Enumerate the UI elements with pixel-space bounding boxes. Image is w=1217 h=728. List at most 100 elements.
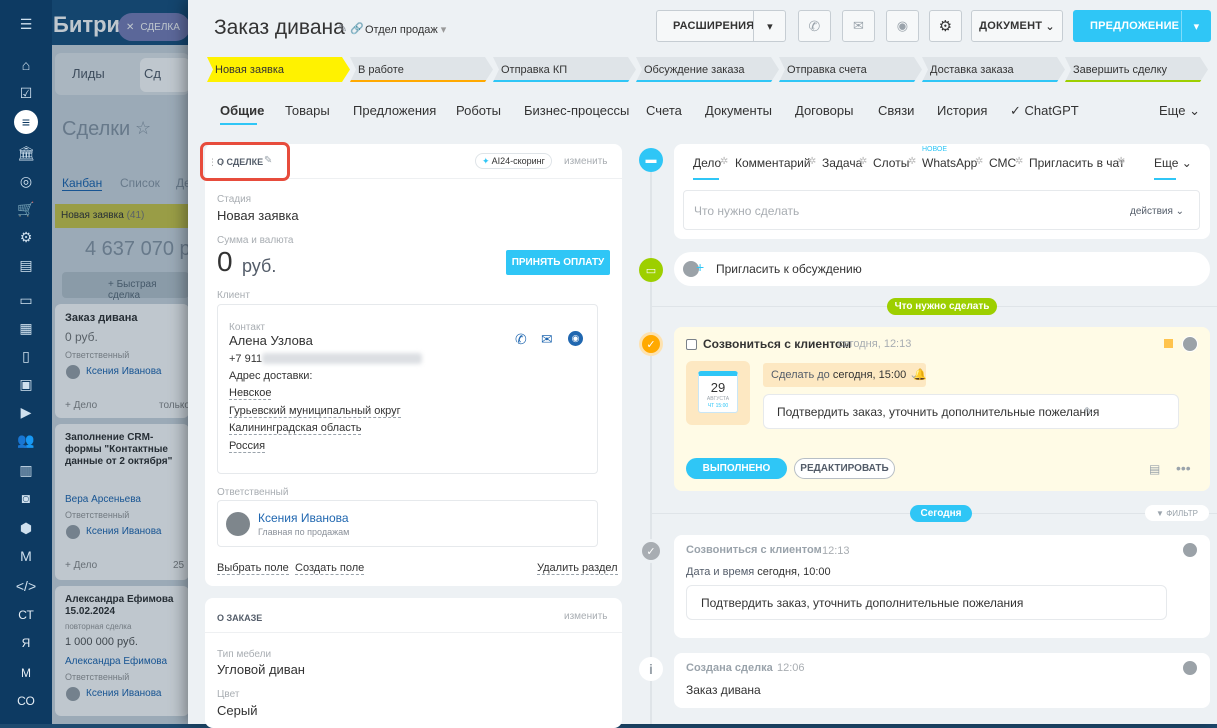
document-button[interactable]: ДОКУМЕНТ ⌄: [971, 10, 1063, 42]
tab-bizproc[interactable]: Бизнес-процессы: [524, 103, 629, 118]
calendar-icon[interactable]: ▤: [14, 255, 38, 275]
contact-phone[interactable]: +7 911: [229, 353, 262, 365]
calendar2-icon[interactable]: ▦: [14, 318, 38, 338]
cart-icon[interactable]: 🛒: [14, 199, 38, 219]
address-line[interactable]: Калининградская область: [229, 422, 362, 435]
extensions-button[interactable]: РАСШИРЕНИЯ ▾: [656, 10, 786, 42]
robot-icon[interactable]: ◙: [14, 488, 38, 508]
chevron-down-icon[interactable]: ▾: [1181, 11, 1211, 41]
actions-dropdown[interactable]: действия ⌄: [1130, 206, 1184, 217]
edit-button[interactable]: РЕДАКТИРОВАТЬ: [794, 458, 895, 479]
accept-payment-button[interactable]: ПРИНЯТЬ ОПЛАТУ: [506, 250, 610, 275]
responsible-name[interactable]: Ксения Иванова: [258, 511, 349, 525]
tasks-icon[interactable]: ☑: [14, 83, 38, 103]
deadline-badge[interactable]: Сделать до сегодня, 15:00 ⌄: [763, 363, 927, 387]
nav-item-so[interactable]: СО: [10, 694, 42, 708]
link-icon[interactable]: 🔗: [350, 22, 364, 35]
activity-tab-todo[interactable]: Задача: [822, 156, 862, 170]
invite-label: Пригласить к обсуждению: [716, 262, 862, 276]
activity-tab-whatsapp[interactable]: WhatsApp: [922, 156, 977, 170]
users-icon[interactable]: 👥: [14, 430, 38, 450]
address-line[interactable]: Невское: [229, 387, 272, 400]
phone-icon[interactable]: ✆: [798, 10, 831, 42]
gear-icon[interactable]: ⚙: [929, 10, 962, 42]
tab-links[interactable]: Связи: [878, 103, 914, 118]
stage-kp[interactable]: Отправка КП: [493, 57, 636, 82]
section-title: О СДЕЛКЕ: [217, 157, 264, 167]
phone-icon[interactable]: ✆: [515, 331, 527, 348]
task-checkbox[interactable]: [686, 339, 697, 350]
contact-icon[interactable]: ▥: [14, 460, 38, 480]
address-line[interactable]: Гурьевский муниципальный округ: [229, 405, 401, 418]
home-icon[interactable]: ⌂: [14, 55, 38, 75]
bank-icon[interactable]: 🏛: [14, 143, 38, 163]
responsible-role: Главная по продажам: [258, 527, 350, 537]
tab-robots[interactable]: Роботы: [456, 103, 501, 118]
stage-new[interactable]: Новая заявка: [207, 57, 350, 82]
crm-icon[interactable]: ≡: [14, 110, 38, 134]
chat-icon[interactable]: ▭: [14, 290, 38, 310]
department-select[interactable]: Отдел продаж ▾: [365, 23, 446, 36]
nav-item-m[interactable]: М: [10, 666, 42, 680]
stage-discussion[interactable]: Обсуждение заказа: [636, 57, 779, 82]
create-field-link[interactable]: Создать поле: [295, 562, 365, 575]
pencil-icon[interactable]: ✎: [264, 155, 272, 166]
mail-icon[interactable]: ✉: [842, 10, 875, 42]
stage-in-work[interactable]: В работе: [350, 57, 493, 82]
done-item-title[interactable]: Созвониться с клиентом: [686, 544, 822, 556]
color-marker[interactable]: [1164, 339, 1173, 348]
target-icon[interactable]: ◎: [14, 171, 38, 191]
bell-icon[interactable]: 🔔: [913, 368, 927, 381]
ai-scoring-badge[interactable]: ✦ AI24-скоринг: [475, 153, 552, 169]
box-icon[interactable]: ⬢: [14, 518, 38, 538]
tab-history[interactable]: История: [937, 103, 987, 118]
contact-name[interactable]: Алена Узлова: [229, 333, 313, 348]
tab-general[interactable]: Общие: [220, 103, 264, 118]
tab-products[interactable]: Товары: [285, 103, 330, 118]
tab-chatgpt[interactable]: ✓ ChatGPT: [1010, 103, 1079, 119]
m-icon[interactable]: M: [14, 546, 38, 566]
code-icon[interactable]: </>: [14, 576, 38, 596]
nav-item-ya[interactable]: Я: [10, 636, 42, 650]
edit-icon[interactable]: ✎: [338, 22, 347, 35]
delete-section-link[interactable]: Удалить раздел: [537, 562, 618, 575]
pencil-icon[interactable]: ✎: [1084, 405, 1093, 418]
mail-icon[interactable]: ✉: [541, 331, 553, 348]
nav-item-st[interactable]: СТ: [10, 608, 42, 622]
plus-icon[interactable]: +: [696, 259, 704, 275]
settings-icon[interactable]: ⚙: [14, 227, 38, 247]
more-icon[interactable]: •••: [1176, 460, 1191, 476]
tab-more[interactable]: Еще ⌄: [1159, 103, 1200, 119]
proposal-button[interactable]: ПРЕДЛОЖЕНИЕ ▾: [1073, 10, 1211, 42]
stage-finish[interactable]: Завершить сделку: [1065, 57, 1208, 82]
task-title[interactable]: Созвониться с клиентом: [703, 337, 851, 351]
address-line[interactable]: Россия: [229, 440, 266, 453]
messenger-icon[interactable]: ◉: [886, 10, 919, 42]
chevron-down-icon[interactable]: ▾: [753, 11, 786, 41]
doc-icon[interactable]: ▯: [14, 346, 38, 366]
done-button[interactable]: ВЫПОЛНЕНО: [686, 458, 787, 479]
filter-button[interactable]: ▼ ФИЛЬТР: [1145, 505, 1209, 521]
disk-icon[interactable]: ▣: [14, 374, 38, 394]
activity-tab-invite[interactable]: Пригласить в чат: [1029, 156, 1124, 170]
change-link[interactable]: изменить: [564, 156, 608, 167]
tab-proposals[interactable]: Предложения: [353, 103, 436, 118]
stage-invoice[interactable]: Отправка счета: [779, 57, 922, 82]
activity-tab-comment[interactable]: Комментарий: [735, 156, 811, 170]
tab-documents[interactable]: Документы: [705, 103, 772, 118]
select-field-link[interactable]: Выбрать поле: [217, 562, 289, 575]
activity-tab-task[interactable]: Дело: [693, 156, 721, 170]
avatar: [1182, 336, 1198, 352]
messenger-icon[interactable]: ◉: [568, 331, 583, 346]
activity-tab-sms[interactable]: СМС: [989, 156, 1016, 170]
activity-tab-more[interactable]: Еще ⌄: [1154, 156, 1192, 170]
change-link[interactable]: изменить: [564, 611, 608, 622]
deadline-prefix: Сделать до: [771, 369, 830, 381]
video-icon[interactable]: ▶: [14, 402, 38, 422]
note-icon[interactable]: ▤: [1149, 462, 1160, 476]
stage-delivery[interactable]: Доставка заказа: [922, 57, 1065, 82]
menu-icon[interactable]: ☰: [14, 14, 38, 34]
tab-contracts[interactable]: Договоры: [795, 103, 853, 118]
tab-invoices[interactable]: Счета: [646, 103, 682, 118]
activity-tab-slots[interactable]: Слоты: [873, 156, 909, 170]
